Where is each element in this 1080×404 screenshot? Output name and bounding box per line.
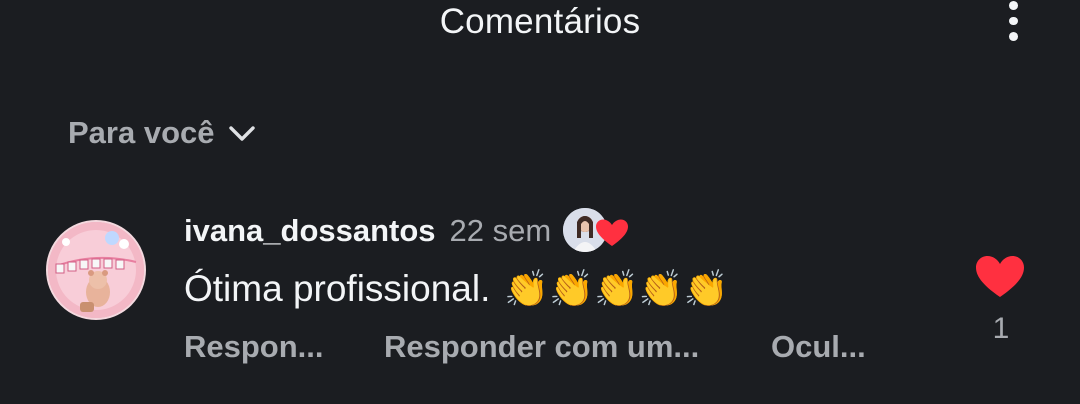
chevron-down-icon xyxy=(228,126,255,141)
sort-filter-label: Para você xyxy=(68,115,215,150)
comment-item: ivana_dossantos 22 sem Ótima profissiona… xyxy=(0,200,1080,380)
dot xyxy=(1008,1,1018,10)
comment-timestamp: 22 sem xyxy=(449,213,552,248)
dot xyxy=(1008,32,1018,42)
reply-with-button[interactable]: Responder com um... xyxy=(384,329,771,365)
sort-filter-dropdown[interactable]: Para você xyxy=(68,113,257,153)
dot xyxy=(1008,16,1018,26)
avatar-image xyxy=(48,222,144,318)
like-heart-icon[interactable] xyxy=(974,254,1026,300)
comments-header: Comentários xyxy=(0,0,1080,48)
avatar[interactable] xyxy=(46,220,146,320)
clapping-hands-emoji: 👏👏👏👏👏 xyxy=(504,268,729,309)
comment-actions: Respon... Responder com um... Ocul... xyxy=(184,326,866,368)
heart-icon xyxy=(596,219,629,246)
like-count: 1 xyxy=(992,312,1010,345)
comment-text: Ótima profissional. 👏👏👏👏👏 xyxy=(184,268,729,310)
liked-by-author-badge xyxy=(563,208,629,254)
comment-body: Ótima profissional. xyxy=(184,268,491,309)
reply-button[interactable]: Respon... xyxy=(184,329,384,365)
comment-username[interactable]: ivana_dossantos xyxy=(184,213,436,249)
hide-button[interactable]: Ocul... xyxy=(771,329,866,365)
page-title: Comentários xyxy=(439,2,641,41)
more-options-icon[interactable] xyxy=(996,0,1030,48)
comment-meta: ivana_dossantos 22 sem xyxy=(184,208,629,254)
